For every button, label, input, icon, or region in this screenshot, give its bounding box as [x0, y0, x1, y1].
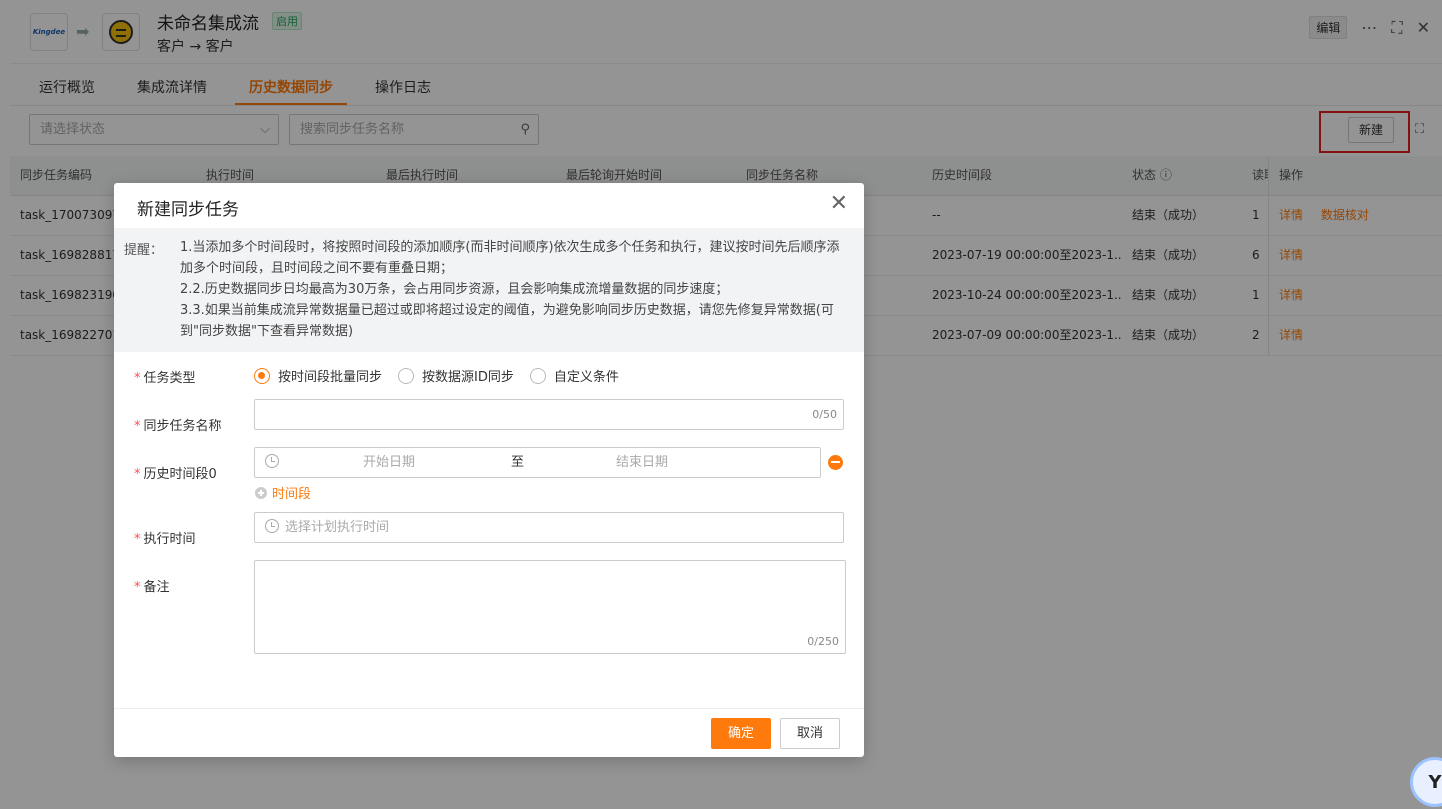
plus-circle-icon [255, 486, 267, 499]
remark-textarea[interactable]: 0/250 [254, 560, 846, 654]
confirm-button[interactable]: 确定 [711, 718, 771, 749]
notice-text: 1.当添加多个时间段时，将按照时间段的添加顺序(而非时间顺序)依次生成多个任务和… [180, 237, 850, 342]
clock-icon [265, 519, 279, 533]
new-sync-task-dialog: 新建同步任务 ✕ 提醒： 1.当添加多个时间段时，将按照时间段的添加顺序(而非时… [114, 183, 864, 757]
radio-unchecked-icon [398, 367, 415, 384]
clock-icon [265, 454, 279, 468]
exec-time-label: * 执行时间 [134, 532, 196, 547]
notice-line: 1.当添加多个时间段时，将按照时间段的添加顺序(而非时间顺序)依次生成多个任务和… [180, 240, 840, 276]
remove-period-icon[interactable] [828, 455, 843, 470]
date-range-picker[interactable]: 开始日期 至 结束日期 [254, 447, 821, 478]
char-counter: 0/250 [807, 635, 839, 648]
history-period-label: * 历史时间段0 [134, 467, 217, 482]
radio-by-source-id[interactable]: 按数据源ID同步 [398, 366, 514, 385]
add-period-button[interactable]: 时间段 [255, 483, 311, 502]
dialog-footer: 确定 取消 [114, 708, 864, 757]
task-type-label: * 任务类型 [134, 371, 196, 386]
radio-custom-condition[interactable]: 自定义条件 [529, 366, 619, 385]
task-name-input[interactable]: 0/50 [254, 399, 844, 430]
radio-checked-icon [254, 367, 270, 384]
range-separator: 至 [511, 455, 525, 470]
task-type-radio-group: 按时间段批量同步 按数据源ID同步 自定义条件 [254, 366, 635, 385]
notice-line: 2.2.历史数据同步日均最高为30万条，会占用同步资源，且会影响集成流增量数据的… [180, 282, 729, 297]
dialog-close-icon[interactable]: ✕ [830, 193, 848, 215]
radio-by-time-period[interactable]: 按时间段批量同步 [254, 366, 382, 385]
exec-time-picker[interactable]: 选择计划执行时间 [254, 512, 844, 543]
notice-panel: 提醒： 1.当添加多个时间段时，将按照时间段的添加顺序(而非时间顺序)依次生成多… [114, 228, 864, 352]
task-name-label: * 同步任务名称 [134, 419, 222, 434]
dialog-title: 新建同步任务 [137, 200, 239, 220]
cancel-button[interactable]: 取消 [780, 718, 840, 749]
start-date-input[interactable]: 开始日期 [363, 448, 415, 478]
radio-unchecked-icon [529, 367, 546, 384]
notice-label: 提醒： [124, 243, 164, 258]
char-counter: 0/50 [812, 408, 837, 421]
end-date-input[interactable]: 结束日期 [616, 448, 668, 478]
remark-label: * 备注 [134, 580, 170, 595]
exec-time-placeholder: 选择计划执行时间 [285, 520, 390, 535]
notice-line: 3.3.如果当前集成流异常数据量已超过或即将超过设定的阈值，为避免影响同步历史数… [180, 303, 834, 339]
